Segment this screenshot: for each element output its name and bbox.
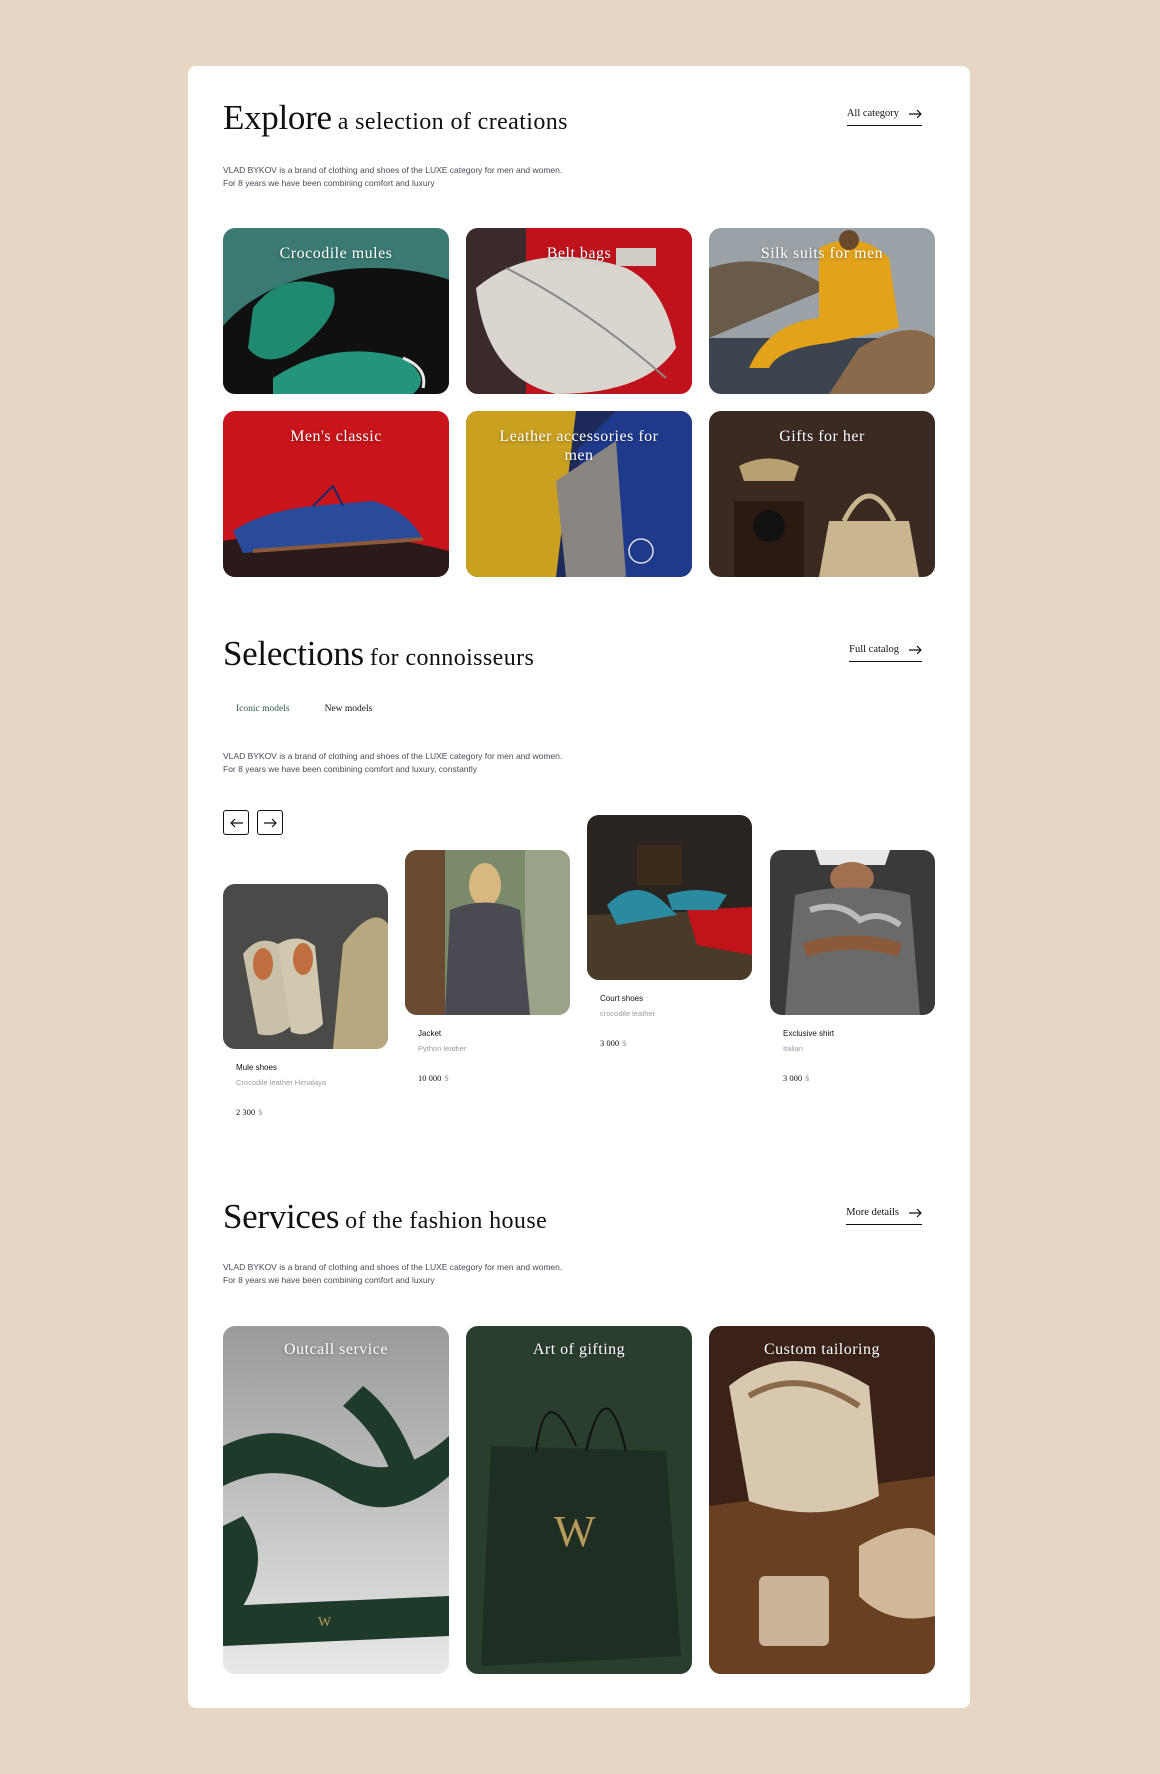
tab-iconic-models[interactable]: Iconic models (236, 704, 290, 714)
more-details-label: More details (846, 1207, 899, 1218)
services-title: Services of the fashion house (223, 1197, 547, 1237)
price-value: 3 000 (783, 1073, 803, 1083)
category-card-belt-bags[interactable]: Belt bags (466, 228, 692, 394)
service-card-gifting[interactable]: W Art of gifting (466, 1326, 692, 1674)
service-label: Outcall service (284, 1341, 388, 1358)
product-image-exclusive-shirt (770, 850, 935, 1015)
category-card-crocodile-mules[interactable]: Crocodile mules (223, 228, 449, 394)
services-desc-line1: VLAD BYKOV is a brand of clothing and sh… (223, 1262, 563, 1272)
product-price: 2 300 $ (236, 1107, 388, 1117)
arrow-right-icon (909, 1208, 922, 1217)
product-material: Crocodile leather Himalaya (236, 1078, 327, 1087)
svg-text:W: W (318, 1615, 332, 1630)
product-price: 10 000 $ (418, 1073, 570, 1083)
services-grid: W Outcall service W Art of gifting Custo… (223, 1326, 935, 1674)
product-price: 3 000 $ (600, 1038, 752, 1048)
price-currency: $ (258, 1107, 263, 1117)
service-label: Custom tailoring (764, 1341, 880, 1358)
page-card: Explore a selection of creations All cate… (188, 66, 970, 1708)
selections-title: Selections for connoisseurs (223, 634, 534, 674)
product-material: crocodile leather (600, 1009, 656, 1018)
category-label: Silk suits for men (760, 245, 884, 262)
product-card[interactable]: Mule shoes Crocodile leather Himalaya 2 … (223, 884, 388, 1117)
full-catalog-link[interactable]: Full catalog (849, 644, 922, 662)
category-label: Crocodile mules (279, 245, 393, 262)
selections-tabs: Iconic models New models (236, 704, 372, 714)
services-desc-line2: For 8 years we have been combining comfo… (223, 1275, 435, 1285)
arrow-right-icon (263, 818, 277, 827)
jacket-image (405, 850, 570, 1015)
explore-title-main: Explore (223, 98, 332, 137)
gift-bag-image: W (466, 1326, 692, 1674)
product-name: Mule shoes (236, 1063, 277, 1072)
explore-title-sub: a selection of creations (337, 109, 568, 135)
explore-desc-line1: VLAD BYKOV is a brand of clothing and sh… (223, 165, 563, 175)
arrow-right-icon (909, 645, 922, 654)
price-value: 10 000 (418, 1073, 442, 1083)
category-card-mens-classic[interactable]: Men's classic (223, 411, 449, 577)
carousel-next-button[interactable] (257, 810, 283, 835)
product-name: Court shoes (600, 994, 644, 1003)
services-header: Services of the fashion house More detail… (223, 1197, 922, 1241)
all-category-label: All category (846, 108, 899, 119)
selections-desc-line1: VLAD BYKOV is a brand of clothing and sh… (223, 751, 563, 761)
product-name: Jacket (418, 1029, 442, 1038)
services-title-sub: of the fashion house (345, 1208, 548, 1234)
category-label: Men's classic (290, 428, 382, 445)
price-currency: $ (622, 1038, 627, 1048)
category-label: Leather accessories for men (499, 428, 659, 464)
more-details-link[interactable]: More details (846, 1207, 922, 1225)
arrow-right-icon (909, 109, 922, 118)
price-value: 2 300 (236, 1107, 256, 1117)
carousel-prev-button[interactable] (223, 810, 249, 835)
product-price: 3 000 $ (783, 1073, 935, 1083)
service-label: Art of gifting (532, 1341, 626, 1358)
price-currency: $ (444, 1073, 449, 1083)
category-card-leather-accessories[interactable]: Leather accessories for men (466, 411, 692, 577)
category-card-gifts-for-her[interactable]: Gifts for her (709, 411, 935, 577)
tab-new-models[interactable]: New models (325, 704, 373, 714)
selections-description: VLAD BYKOV is a brand of clothing and sh… (223, 750, 562, 776)
category-label: Belt bags (546, 245, 612, 262)
selections-title-main: Selections (223, 634, 364, 673)
mule-shoes-image (223, 884, 388, 1049)
selections-desc-line2: For 8 years we have been combining comfo… (223, 764, 478, 774)
court-shoes-image (587, 815, 752, 980)
explore-description: VLAD BYKOV is a brand of clothing and sh… (223, 164, 562, 190)
service-card-tailoring[interactable]: Custom tailoring (709, 1326, 935, 1674)
outcall-service-image: W (223, 1326, 449, 1674)
product-card[interactable]: Court shoes crocodile leather 3 000 $ (587, 815, 752, 1048)
custom-tailoring-image (709, 1326, 935, 1674)
product-material: Python leather (418, 1044, 467, 1053)
selections-header: Selections for connoisseurs Full catalog (223, 634, 922, 678)
price-currency: $ (805, 1073, 810, 1083)
explore-header: Explore a selection of creations All cate… (223, 98, 922, 142)
exclusive-shirt-image (770, 850, 935, 1015)
services-title-main: Services (223, 1197, 340, 1236)
category-label: Gifts for her (779, 428, 865, 445)
full-catalog-label: Full catalog (849, 644, 899, 655)
product-material: Italian (783, 1044, 804, 1053)
explore-desc-line2: For 8 years we have been combining comfo… (223, 178, 435, 188)
category-card-silk-suits[interactable]: Silk suits for men (709, 228, 935, 394)
product-card[interactable]: Jacket Python leather 10 000 $ (405, 850, 570, 1083)
category-grid: Crocodile mules Belt bags Silk suits for (223, 228, 936, 577)
arrow-left-icon (229, 818, 243, 827)
services-description: VLAD BYKOV is a brand of clothing and sh… (223, 1261, 562, 1287)
product-name: Exclusive shirt (783, 1029, 835, 1038)
explore-title: Explore a selection of creations (223, 98, 568, 138)
product-image-jacket (405, 850, 570, 1015)
product-card[interactable]: Exclusive shirt Italian 3 000 $ (770, 850, 935, 1083)
svg-text:W: W (554, 1507, 596, 1556)
service-card-outcall[interactable]: W Outcall service (223, 1326, 449, 1674)
all-category-link[interactable]: All category (846, 108, 922, 126)
selections-title-sub: for connoisseurs (369, 645, 535, 671)
price-value: 3 000 (600, 1038, 620, 1048)
product-image-court-shoes (587, 815, 752, 980)
product-image-mule-shoes (223, 884, 388, 1049)
